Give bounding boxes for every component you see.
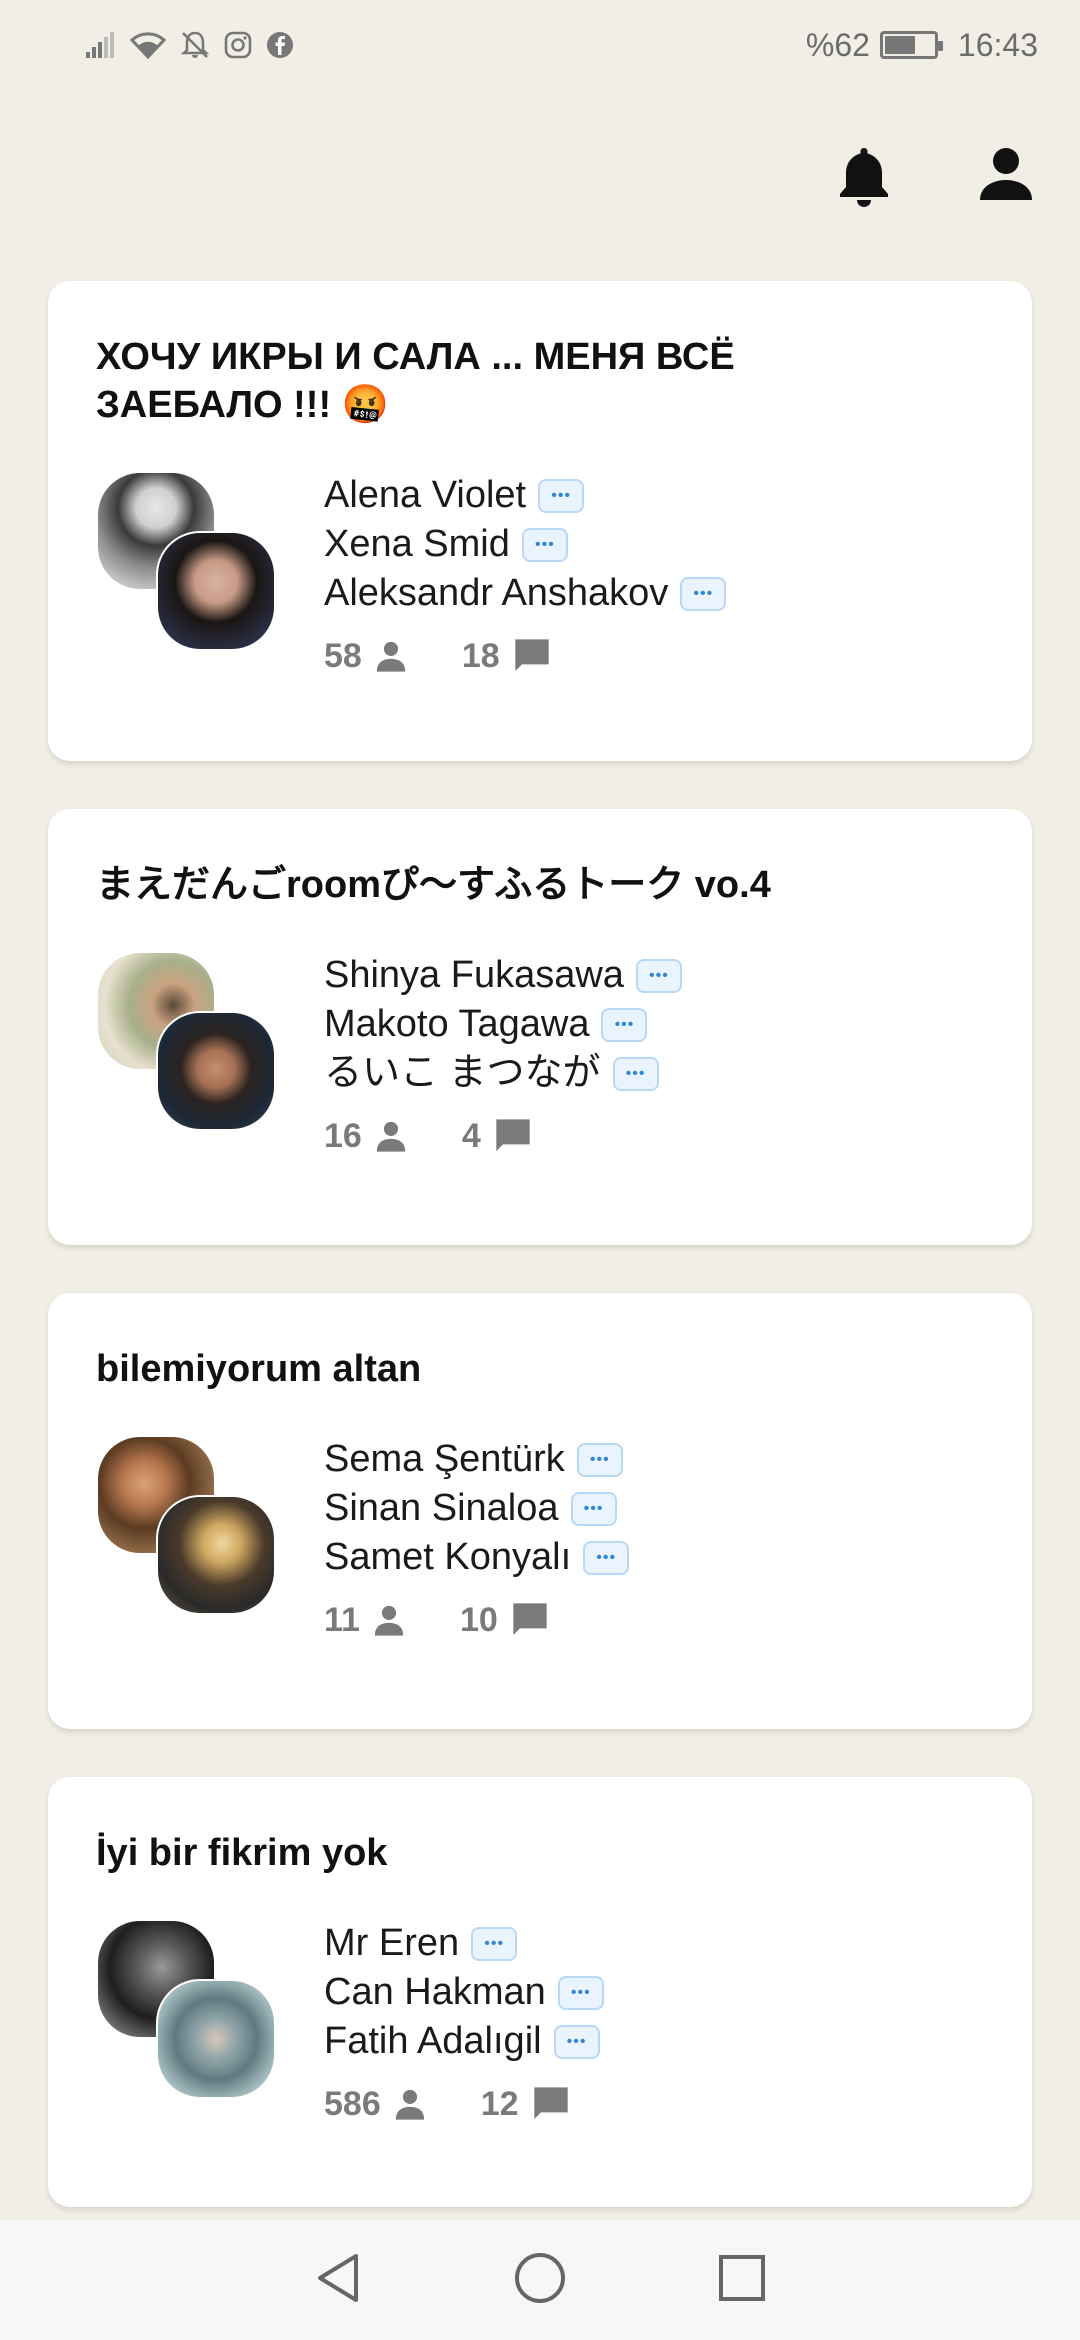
instagram-icon	[224, 31, 252, 59]
listener-count: 586	[324, 2085, 427, 2124]
person-small-icon	[376, 1121, 405, 1152]
room-card[interactable]: ХОЧУ ИКРЫ И САЛА ... МЕНЯ ВСЁ ЗАЕБАЛО !!…	[48, 281, 1032, 761]
speaker-name: Makoto Tagawa	[324, 1000, 682, 1049]
speaker-avatars	[96, 951, 286, 1141]
speaking-bubble-icon	[553, 2024, 600, 2059]
person-small-icon	[376, 641, 405, 672]
battery-percent: %62	[805, 26, 870, 63]
speaker-avatars	[96, 1919, 286, 2109]
bell-icon[interactable]	[836, 144, 892, 213]
avatar	[156, 1011, 276, 1131]
speaking-bubble-icon	[601, 1007, 648, 1042]
speaking-bubble-icon	[538, 478, 585, 513]
speaker-list: Shinya Fukasawa Makoto Tagawa るいこ まつなが 1…	[324, 951, 682, 1156]
speaking-bubble-icon	[521, 527, 568, 562]
speaker-name: Alena Violet	[324, 471, 726, 520]
chat-icon	[513, 1603, 547, 1635]
avatar	[156, 1979, 276, 2099]
status-icons-left	[86, 30, 294, 60]
room-body: Alena Violet Xena Smid Aleksandr Anshako…	[96, 471, 984, 701]
room-stats: 11 10	[324, 1600, 629, 1640]
room-card[interactable]: まえだんごroomぴ〜すふるトーク vo.4 Shinya Fukasawa M…	[48, 809, 1032, 1245]
message-count: 12	[481, 2084, 571, 2124]
speaker-name: Samet Konyalı	[324, 1533, 630, 1582]
speaker-avatars	[96, 1435, 286, 1625]
avatar	[156, 531, 276, 651]
person-small-icon	[374, 1605, 404, 1636]
room-feed: ХОЧУ ИКРЫ И САЛА ... МЕНЯ ВСЁ ЗАЕБАЛО !!…	[48, 281, 1032, 2255]
speaker-name: Shinya Fukasawa	[324, 951, 682, 1000]
person-small-icon	[395, 2089, 424, 2120]
avatar	[156, 1495, 276, 1615]
speaking-bubble-icon	[680, 576, 727, 611]
room-title: bilemiyorum altan	[96, 1348, 422, 1390]
speaker-name: Sema Şentürk	[324, 1435, 629, 1484]
battery-level	[884, 36, 915, 54]
speaking-bubble-icon	[570, 1491, 617, 1526]
speaking-bubble-icon	[557, 1975, 604, 2010]
speaking-bubble-icon	[583, 1540, 630, 1575]
room-card[interactable]: İyi bir fikrim yok Mr Eren Can Hakman Fa…	[48, 1777, 1032, 2207]
speaker-list: Mr Eren Can Hakman Fatih Adalıgil 586 12	[324, 1919, 625, 2124]
room-stats: 586 12	[324, 2084, 625, 2124]
chat-icon	[514, 639, 549, 671]
speaker-name: Fatih Adalıgil	[324, 2017, 625, 2066]
message-count: 4	[462, 1116, 533, 1156]
speaker-list: Alena Violet Xena Smid Aleksandr Anshako…	[324, 471, 727, 676]
battery-icon	[879, 31, 943, 59]
room-stats: 16 4	[324, 1116, 682, 1156]
listener-count: 11	[324, 1601, 406, 1640]
speaker-name: Can Hakman	[324, 1968, 625, 2017]
room-title: ХОЧУ ИКРЫ И САЛА ... МЕНЯ ВСЁ ЗАЕБАЛО !!…	[96, 336, 735, 426]
recents-icon[interactable]	[716, 2252, 768, 2309]
speaking-bubble-icon	[471, 1926, 518, 1961]
room-title: まえだんごroomぴ〜すふるトーク vo.4	[96, 864, 771, 906]
facebook-icon	[266, 31, 294, 59]
notifications-off-icon	[180, 30, 210, 60]
speaker-name: Aleksandr Anshakov	[324, 569, 727, 618]
message-count: 18	[462, 636, 552, 676]
clock: 16:43	[957, 26, 1038, 63]
speaker-name: Mr Eren	[324, 1919, 625, 1968]
speaker-name: るいこ まつなが	[324, 1049, 682, 1098]
status-bar: %62 16:43	[0, 0, 1080, 90]
speaking-bubble-icon	[612, 1056, 659, 1091]
message-count: 10	[460, 1600, 550, 1640]
home-icon[interactable]	[512, 2250, 568, 2311]
speaker-name: Sinan Sinaloa	[324, 1484, 629, 1533]
chat-icon	[533, 2087, 568, 2119]
speaking-bubble-icon	[635, 958, 682, 993]
speaker-avatars	[96, 471, 286, 661]
room-stats: 58 18	[324, 636, 726, 676]
speaker-name: Xena Smid	[324, 520, 726, 569]
signal-icon	[86, 32, 116, 58]
system-nav-bar	[0, 2220, 1080, 2340]
chat-icon	[496, 1119, 530, 1151]
back-icon[interactable]	[312, 2250, 364, 2311]
wifi-icon	[130, 31, 166, 59]
listener-count: 16	[324, 1117, 408, 1156]
room-card[interactable]: bilemiyorum altan Sema Şentürk Sinan Sin…	[48, 1293, 1032, 1729]
status-icons-right: %62 16:43	[806, 27, 1038, 64]
speaker-list: Sema Şentürk Sinan Sinaloa Samet Konyalı…	[324, 1435, 630, 1640]
room-body: Shinya Fukasawa Makoto Tagawa るいこ まつなが 1…	[96, 951, 984, 1181]
room-body: Mr Eren Can Hakman Fatih Adalıgil 586 12	[96, 1919, 984, 2149]
speaking-bubble-icon	[576, 1442, 623, 1477]
person-icon[interactable]	[978, 146, 1034, 207]
top-bar	[0, 130, 1080, 220]
listener-count: 58	[324, 637, 408, 676]
room-body: Sema Şentürk Sinan Sinaloa Samet Konyalı…	[96, 1435, 984, 1665]
room-title: İyi bir fikrim yok	[96, 1832, 388, 1874]
